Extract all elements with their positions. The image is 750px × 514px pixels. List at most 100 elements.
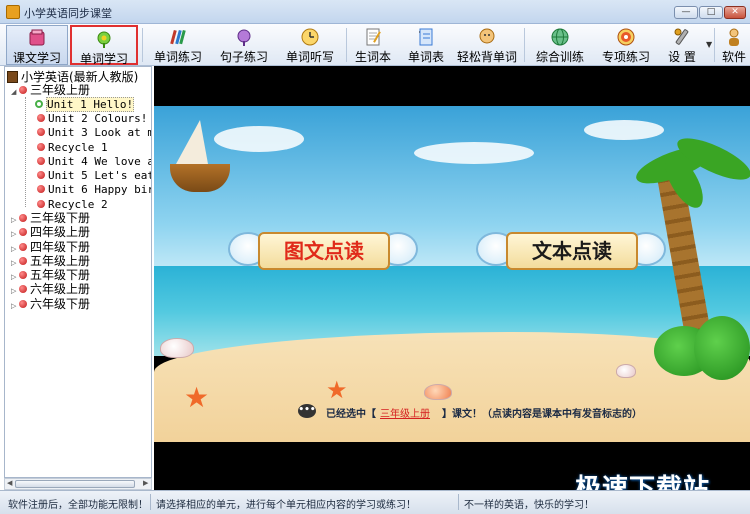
toolbar-separator (346, 28, 347, 62)
red-ball-icon (19, 257, 27, 265)
expand-arrow-icon[interactable]: ▷ (11, 299, 19, 313)
globe-icon (551, 28, 569, 46)
tree-recycle-1[interactable]: Recycle 1 (37, 141, 108, 155)
tree-unit-label: Unit 6 Happy bir (48, 183, 152, 196)
tree-grade-label: 四年级上册 (30, 225, 91, 239)
toolbar-item-label: 轻松背单词 (456, 50, 517, 64)
expand-arrow-icon[interactable]: ▷ (11, 284, 19, 298)
cloud (214, 126, 304, 152)
tree-unit-1[interactable]: Unit 1 Hello! (35, 97, 135, 112)
tree-grade-4a[interactable]: ▷ 四年级上册 (11, 225, 90, 239)
toolbar-dictation-button[interactable]: 单词听写 (280, 25, 340, 65)
tree-unit-label: Unit 5 Let's eat (48, 169, 152, 182)
toolbar-separator (714, 28, 715, 62)
app-icon (6, 5, 20, 19)
bush (694, 316, 750, 380)
toolbar-item-label: 单词听写 (285, 50, 334, 64)
red-ball-icon (37, 157, 45, 165)
toolbar-sentence-practice-button[interactable]: 句子练习 (214, 25, 274, 65)
toolbar-special-practice-button[interactable]: 专项练习 (596, 25, 656, 65)
toolbar-lesson-study-button[interactable]: 课文学习 (6, 25, 68, 65)
tree-horizontal-scrollbar[interactable]: ◀ ▶ (4, 478, 152, 490)
text-reading-label: 文本点读 (506, 232, 638, 270)
cloud (584, 120, 664, 140)
status-separator (150, 494, 151, 510)
speech-bubble-icon: ••• (298, 404, 316, 418)
tree-unit-label: Unit 2 Colours! (48, 112, 148, 125)
notepad-icon (366, 28, 381, 46)
toolbar-software-button[interactable]: 软件 (718, 25, 750, 65)
toolbar-item-label: 单词表 (407, 50, 444, 64)
toolbar-comprehensive-training-button[interactable]: 综合训练 (530, 25, 590, 65)
tree-grade-label: 三年级下册 (30, 211, 91, 225)
text-reading-button[interactable]: 文本点读 (476, 226, 668, 276)
course-tree[interactable]: 小学英语(最新人教版) ◢ 三年级上册 Unit 1 Hello! Unit 2 … (4, 66, 152, 478)
main-content-area: ★ ★ 图文点读 文本点读 ••• 已经选中【 三年级上册 】课文！（点读内容是… (154, 66, 750, 490)
tree-guide-line (25, 97, 26, 207)
close-button[interactable]: ✕ (724, 6, 746, 19)
maximize-button[interactable]: □ (699, 6, 723, 19)
title-bar[interactable]: 小学英语同步课堂 — □ ✕ (0, 0, 750, 24)
tree-recycle-2[interactable]: Recycle 2 (37, 198, 108, 212)
toolbar-item-label: 软件 (721, 50, 746, 64)
tree-grade-6b[interactable]: ▷ 六年级下册 (11, 297, 90, 311)
tree-unit-3[interactable]: Unit 3 Look at m (37, 126, 151, 140)
toolbar-item-label: 综合训练 (535, 50, 584, 64)
scroll-right-icon[interactable]: ▶ (143, 479, 148, 487)
tree-grade-label: 四年级下册 (30, 240, 91, 254)
pencils-icon (170, 29, 186, 45)
red-ball-icon (19, 285, 27, 293)
head-icon (479, 28, 495, 44)
settings-dropdown-arrow-icon[interactable]: ▼ (706, 40, 712, 49)
tree-grade-label: 五年级下册 (30, 268, 91, 282)
toolbar-item-label: 单词练习 (153, 50, 202, 64)
tree-root[interactable]: 小学英语(最新人教版) (7, 68, 138, 84)
selection-hint: ••• 已经选中【 三年级上册 】课文！（点读内容是课本中有发音标志的） (154, 402, 750, 422)
toolbar-item-label: 句子练习 (219, 50, 268, 64)
toolbar-word-practice-button[interactable]: 单词练习 (148, 25, 208, 65)
scrollbar-thumb[interactable] (15, 480, 135, 488)
wrench-icon (674, 28, 689, 45)
tree-grade-5a[interactable]: ▷ 五年级上册 (11, 254, 90, 268)
toolbar-easy-memorize-button[interactable]: 轻松背单词 (454, 25, 520, 65)
tree-grade-3a[interactable]: ◢ 三年级上册 (11, 83, 90, 97)
red-ball-icon (37, 200, 45, 208)
tree-unit-4[interactable]: Unit 4 We love a (37, 155, 151, 169)
toolbar-item-label: 生词本 (354, 50, 391, 64)
beach-scene: ★ ★ 图文点读 文本点读 ••• 已经选中【 三年级上册 】课文！（点读内容是… (154, 106, 750, 442)
toolbar-item-label: 专项练习 (601, 50, 650, 64)
status-slogan: 不一样的英语，快乐的学习！ (464, 500, 594, 511)
toolbar-word-study-button[interactable]: 单词学习 (70, 25, 138, 66)
toolbar-settings-button[interactable]: 设 置 (660, 25, 704, 65)
tree-unit-2[interactable]: Unit 2 Colours! (37, 112, 147, 126)
tree-grade-label: 三年级上册 (30, 83, 91, 97)
red-ball-icon (37, 143, 45, 151)
tree-grade-6a[interactable]: ▷ 六年级上册 (11, 282, 90, 296)
toolbar-item-label: 单词学习 (79, 52, 128, 66)
tree-grade-4b[interactable]: ▷ 四年级下册 (11, 240, 90, 254)
book-icon (7, 71, 18, 83)
toolbar-word-list-button[interactable]: 单词表 (402, 25, 450, 65)
scroll-left-icon[interactable]: ◀ (7, 479, 12, 487)
minimize-button[interactable]: — (674, 6, 698, 19)
red-ball-icon (19, 214, 27, 222)
red-ball-icon (37, 185, 45, 193)
picture-reading-button[interactable]: 图文点读 (228, 226, 420, 276)
microphone-icon (237, 29, 251, 46)
notebook-icon (419, 28, 433, 46)
tree-unit-5[interactable]: Unit 5 Let's eat (37, 169, 152, 183)
status-separator (458, 494, 459, 510)
ship-sail (176, 120, 208, 164)
tree-unit-6[interactable]: Unit 6 Happy bir (37, 183, 152, 197)
shell (160, 338, 194, 358)
tree-grade-3b[interactable]: ▷ 三年级下册 (11, 211, 90, 225)
toolbar-separator (524, 28, 525, 62)
expand-arrow-icon[interactable]: ▷ (11, 227, 19, 241)
status-instruction: 请选择相应的单元，进行每个单元相应内容的学习或练习！ (156, 500, 416, 511)
flower-icon (97, 31, 111, 48)
collapse-arrow-icon[interactable]: ◢ (11, 85, 19, 99)
tree-grade-5b[interactable]: ▷ 五年级下册 (11, 268, 90, 282)
toolbar-new-words-button[interactable]: 生词本 (350, 25, 396, 65)
red-ball-icon (19, 271, 27, 279)
starfish: ★ (326, 376, 348, 404)
